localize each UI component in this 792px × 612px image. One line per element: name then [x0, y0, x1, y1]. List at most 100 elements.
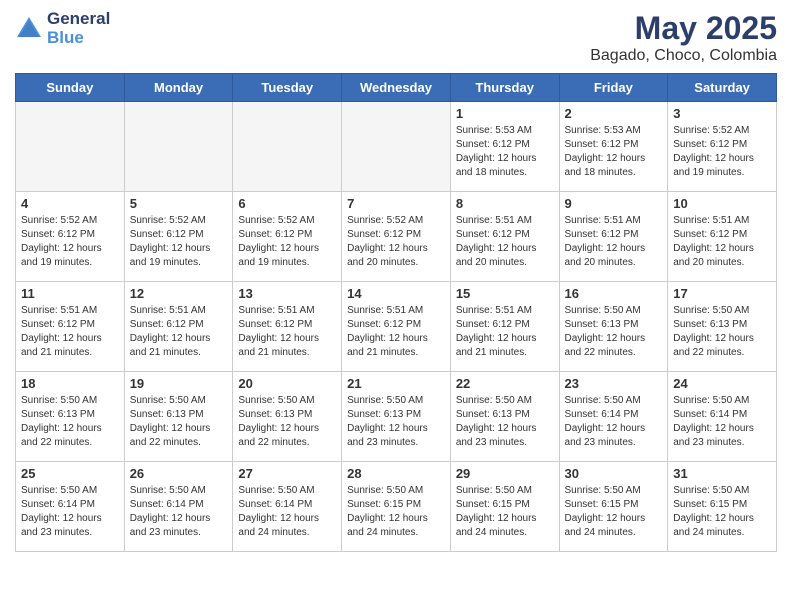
day-info: Sunrise: 5:50 AMSunset: 6:14 PMDaylight:…: [673, 394, 771, 450]
weekday-tuesday: Tuesday: [233, 74, 342, 102]
logo-text: General Blue: [47, 10, 110, 47]
day-cell: 3Sunrise: 5:52 AMSunset: 6:12 PMDaylight…: [668, 102, 777, 192]
day-info: Sunrise: 5:51 AMSunset: 6:12 PMDaylight:…: [565, 214, 663, 270]
weekday-friday: Friday: [559, 74, 668, 102]
day-info: Sunrise: 5:52 AMSunset: 6:12 PMDaylight:…: [130, 214, 228, 270]
weekday-saturday: Saturday: [668, 74, 777, 102]
day-number: 17: [673, 286, 771, 301]
day-info: Sunrise: 5:50 AMSunset: 6:13 PMDaylight:…: [673, 304, 771, 360]
day-number: 28: [347, 466, 445, 481]
day-number: 31: [673, 466, 771, 481]
day-number: 13: [238, 286, 336, 301]
day-cell: [342, 102, 451, 192]
day-info: Sunrise: 5:52 AMSunset: 6:12 PMDaylight:…: [347, 214, 445, 270]
day-number: 10: [673, 196, 771, 211]
day-number: 1: [456, 106, 554, 121]
day-cell: [16, 102, 125, 192]
day-cell: 11Sunrise: 5:51 AMSunset: 6:12 PMDayligh…: [16, 282, 125, 372]
day-cell: 27 Sunrise: 5:50 AMSunset: 6:14 PMDayligh…: [233, 462, 342, 552]
day-cell: 17 Sunrise: 5:50 AMSunset: 6:13 PMDayligh…: [668, 282, 777, 372]
day-number: 15: [456, 286, 554, 301]
week-row-5: 25 Sunrise: 5:50 AMSunset: 6:14 PMDayligh…: [16, 462, 777, 552]
day-info: Sunrise: 5:52 AMSunset: 6:12 PMDaylight:…: [238, 214, 336, 270]
day-info: Sunrise: 5:51 AMSunset: 6:12 PMDaylight:…: [130, 304, 228, 360]
day-cell: [124, 102, 233, 192]
day-info: Sunrise: 5:53 AMSunset: 6:12 PMDaylight:…: [456, 124, 554, 180]
day-info: Sunrise: 5:50 AMSunset: 6:14 PMDaylight:…: [21, 484, 119, 540]
day-cell: 23Sunrise: 5:50 AMSunset: 6:14 PMDayligh…: [559, 372, 668, 462]
title-block: May 2025 Bagado, Choco, Colombia: [590, 10, 777, 65]
day-cell: 31Sunrise: 5:50 AMSunset: 6:15 PMDayligh…: [668, 462, 777, 552]
calendar-title: May 2025: [590, 10, 777, 47]
day-number: 26: [130, 466, 228, 481]
day-number: 21: [347, 376, 445, 391]
day-info: Sunrise: 5:51 AMSunset: 6:12 PMDaylight:…: [238, 304, 336, 360]
day-number: 27: [238, 466, 336, 481]
day-cell: 7 Sunrise: 5:52 AMSunset: 6:12 PMDaylight…: [342, 192, 451, 282]
day-info: Sunrise: 5:50 AMSunset: 6:14 PMDaylight:…: [130, 484, 228, 540]
day-cell: 2Sunrise: 5:53 AMSunset: 6:12 PMDaylight…: [559, 102, 668, 192]
logo-line1: General: [47, 10, 110, 29]
day-cell: 28 Sunrise: 5:50 AMSunset: 6:15 PMDayligh…: [342, 462, 451, 552]
day-info: Sunrise: 5:51 AMSunset: 6:12 PMDaylight:…: [456, 214, 554, 270]
day-number: 22: [456, 376, 554, 391]
day-number: 25: [21, 466, 119, 481]
day-cell: 25 Sunrise: 5:50 AMSunset: 6:14 PMDayligh…: [16, 462, 125, 552]
day-number: 8: [456, 196, 554, 211]
calendar-header: SundayMondayTuesdayWednesdayThursdayFrid…: [16, 74, 777, 102]
logo-line2: Blue: [47, 29, 110, 48]
day-cell: 14 Sunrise: 5:51 AMSunset: 6:12 PMDayligh…: [342, 282, 451, 372]
weekday-monday: Monday: [124, 74, 233, 102]
calendar-table: SundayMondayTuesdayWednesdayThursdayFrid…: [15, 73, 777, 552]
day-number: 23: [565, 376, 663, 391]
day-info: Sunrise: 5:50 AMSunset: 6:15 PMDaylight:…: [347, 484, 445, 540]
week-row-4: 18Sunrise: 5:50 AMSunset: 6:13 PMDayligh…: [16, 372, 777, 462]
day-info: Sunrise: 5:51 AMSunset: 6:12 PMDaylight:…: [347, 304, 445, 360]
day-cell: 19 Sunrise: 5:50 AMSunset: 6:13 PMDayligh…: [124, 372, 233, 462]
day-info: Sunrise: 5:50 AMSunset: 6:13 PMDaylight:…: [238, 394, 336, 450]
day-number: 16: [565, 286, 663, 301]
week-row-3: 11 Sunrise: 5:51 AMSunset: 6:12 PMDayligh…: [16, 282, 777, 372]
day-number: 4: [21, 196, 119, 211]
page-header: General Blue May 2025 Bagado, Choco, Col…: [15, 10, 777, 65]
day-cell: 10Sunrise: 5:51 AMSunset: 6:12 PMDayligh…: [668, 192, 777, 282]
day-info: Sunrise: 5:50 AMSunset: 6:15 PMDaylight:…: [456, 484, 554, 540]
day-info: Sunrise: 5:52 AMSunset: 6:12 PMDaylight:…: [673, 124, 771, 180]
day-cell: 21 Sunrise: 5:50 AMSunset: 6:13 PMDayligh…: [342, 372, 451, 462]
day-cell: 22Sunrise: 5:50 AMSunset: 6:13 PMDayligh…: [450, 372, 559, 462]
day-cell: [233, 102, 342, 192]
day-cell: 5Sunrise: 5:52 AMSunset: 6:12 PMDaylight…: [124, 192, 233, 282]
calendar-body: 1 Sunrise: 5:53 AMSunset: 6:12 PMDaylight…: [16, 102, 777, 552]
day-number: 11: [21, 286, 119, 301]
day-info: Sunrise: 5:50 AMSunset: 6:14 PMDaylight:…: [238, 484, 336, 540]
day-number: 29: [456, 466, 554, 481]
day-info: Sunrise: 5:52 AMSunset: 6:12 PMDaylight:…: [21, 214, 119, 270]
week-row-1: 1 Sunrise: 5:53 AMSunset: 6:12 PMDaylight…: [16, 102, 777, 192]
day-info: Sunrise: 5:50 AMSunset: 6:13 PMDaylight:…: [347, 394, 445, 450]
day-cell: 15Sunrise: 5:51 AMSunset: 6:12 PMDayligh…: [450, 282, 559, 372]
day-info: Sunrise: 5:50 AMSunset: 6:13 PMDaylight:…: [21, 394, 119, 450]
weekday-thursday: Thursday: [450, 74, 559, 102]
day-number: 2: [565, 106, 663, 121]
day-cell: 29 Sunrise: 5:50 AMSunset: 6:15 PMDayligh…: [450, 462, 559, 552]
day-number: 20: [238, 376, 336, 391]
weekday-wednesday: Wednesday: [342, 74, 451, 102]
logo-icon: [15, 15, 43, 43]
day-cell: 26 Sunrise: 5:50 AMSunset: 6:14 PMDayligh…: [124, 462, 233, 552]
day-cell: 12 Sunrise: 5:51 AMSunset: 6:12 PMDayligh…: [124, 282, 233, 372]
weekday-header-row: SundayMondayTuesdayWednesdayThursdayFrid…: [16, 74, 777, 102]
day-number: 7: [347, 196, 445, 211]
day-info: Sunrise: 5:50 AMSunset: 6:15 PMDaylight:…: [565, 484, 663, 540]
day-cell: 4 Sunrise: 5:52 AMSunset: 6:12 PMDaylight…: [16, 192, 125, 282]
calendar-subtitle: Bagado, Choco, Colombia: [590, 47, 777, 65]
day-cell: 1 Sunrise: 5:53 AMSunset: 6:12 PMDaylight…: [450, 102, 559, 192]
day-number: 30: [565, 466, 663, 481]
day-cell: 6 Sunrise: 5:52 AMSunset: 6:12 PMDaylight…: [233, 192, 342, 282]
day-number: 14: [347, 286, 445, 301]
day-number: 19: [130, 376, 228, 391]
day-number: 24: [673, 376, 771, 391]
day-number: 6: [238, 196, 336, 211]
day-info: Sunrise: 5:50 AMSunset: 6:13 PMDaylight:…: [130, 394, 228, 450]
weekday-sunday: Sunday: [16, 74, 125, 102]
day-number: 12: [130, 286, 228, 301]
